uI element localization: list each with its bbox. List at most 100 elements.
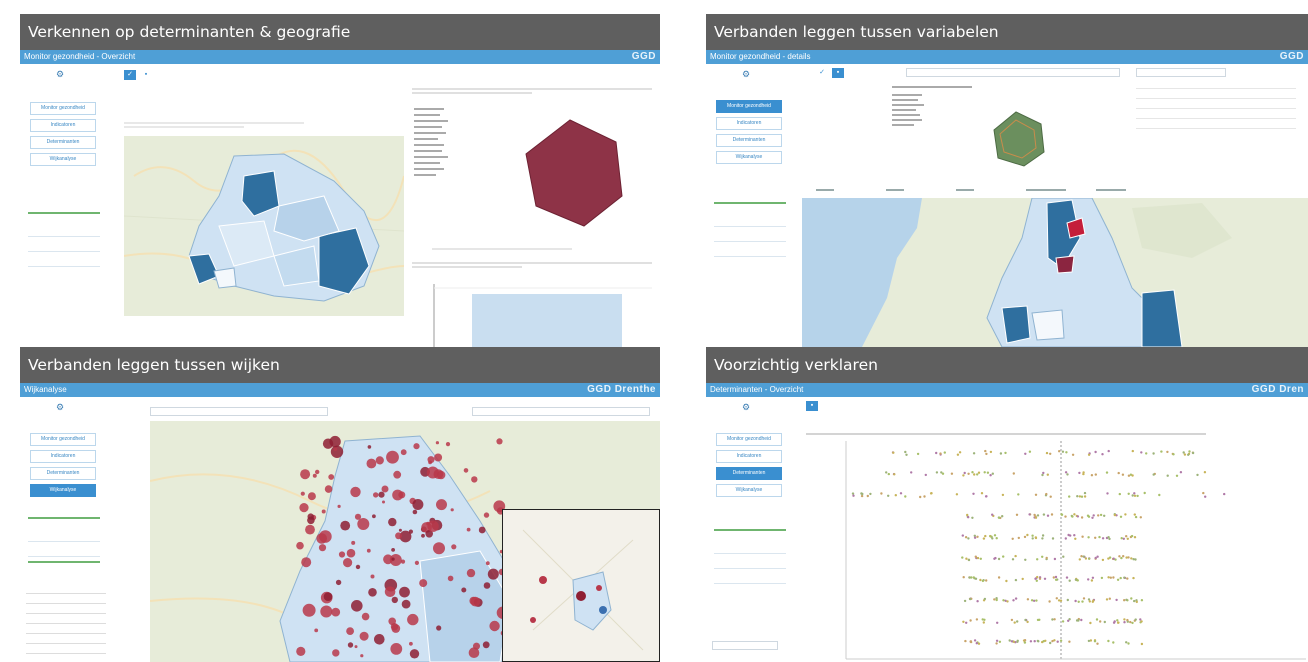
swarm-point <box>1010 640 1014 643</box>
swarm-point <box>1032 599 1036 602</box>
swarm-point <box>1108 537 1111 541</box>
wijk-dot <box>333 447 338 451</box>
region-select[interactable] <box>1136 68 1226 77</box>
filter-row[interactable] <box>714 543 786 554</box>
swarm-point <box>1112 576 1115 579</box>
nav-determinanten[interactable]: Determinanten <box>716 134 782 147</box>
nav-indicatoren[interactable]: Indicatoren <box>716 450 782 463</box>
swarm-point <box>1042 513 1046 516</box>
swarm-point <box>1097 514 1100 517</box>
map-tab-icon[interactable]: ✓ <box>124 70 136 80</box>
nav-indicatoren[interactable]: Indicatoren <box>30 119 96 132</box>
swarm-point <box>976 473 979 476</box>
swarm-point <box>981 618 984 621</box>
nav-determinanten[interactable]: Determinanten <box>716 467 782 480</box>
swarm-points <box>851 449 1226 646</box>
filter-row[interactable] <box>714 573 786 584</box>
nav-wijkanalyse[interactable]: Wijkanalyse <box>716 484 782 497</box>
swarm-point <box>1036 558 1039 561</box>
wijk-dot <box>367 445 372 449</box>
region-map[interactable] <box>802 198 1308 347</box>
swarm-point <box>899 492 903 495</box>
swarm-point <box>967 516 970 519</box>
filter-row[interactable] <box>28 226 100 237</box>
filter-row[interactable] <box>714 216 786 227</box>
swarm-point <box>966 513 969 517</box>
swarm-point <box>1188 450 1191 453</box>
nav-monitor-gezondheid[interactable]: Monitor gezondheid <box>30 433 96 446</box>
chart-tab-icon[interactable]: ▪ <box>806 401 818 411</box>
swarm-point <box>1053 557 1057 561</box>
wijk-dot <box>478 526 486 534</box>
gear-icon[interactable]: ⚙ <box>56 69 64 80</box>
filter-row[interactable] <box>28 531 100 542</box>
swarm-point <box>1139 516 1142 519</box>
swarm-point <box>1098 535 1101 539</box>
region-map[interactable] <box>124 136 404 316</box>
swarm-point <box>983 597 987 601</box>
nav-wijkanalyse[interactable]: Wijkanalyse <box>716 151 782 164</box>
nav-monitor-gezondheid[interactable]: Monitor gezondheid <box>716 433 782 446</box>
swarm-point <box>1013 621 1016 624</box>
legend-item <box>414 162 440 164</box>
wijk-dot <box>489 620 500 632</box>
legend-item <box>892 119 922 121</box>
swarm-point <box>1179 471 1183 474</box>
chart-tab-icon[interactable]: ▪ <box>832 68 844 78</box>
filter-row[interactable] <box>714 231 786 242</box>
nav-monitor-gezondheid[interactable]: Monitor gezondheid <box>716 100 782 113</box>
nav-indicatoren[interactable]: Indicatoren <box>716 117 782 130</box>
gear-icon[interactable]: ⚙ <box>742 402 750 413</box>
inset-map[interactable] <box>503 510 660 662</box>
indicator-select[interactable] <box>906 68 1120 77</box>
filter-row[interactable] <box>28 241 100 252</box>
filter-row[interactable] <box>714 246 786 257</box>
swarm-point <box>993 557 996 560</box>
filter-row[interactable] <box>28 546 100 557</box>
nav-wijkanalyse[interactable]: Wijkanalyse <box>30 484 96 497</box>
nav-determinanten[interactable]: Determinanten <box>30 467 96 480</box>
wijk-dot <box>412 499 424 510</box>
detail-inset[interactable] <box>502 509 660 662</box>
legend-item <box>414 108 444 110</box>
swarm-point <box>939 452 942 455</box>
swarm-point <box>1089 621 1092 625</box>
radar-chart <box>414 108 623 250</box>
swarm-point <box>1094 473 1097 476</box>
inset-dot <box>599 606 607 614</box>
chart-tab-icon[interactable]: ▪ <box>140 70 152 80</box>
swarm-point <box>1087 453 1091 456</box>
gear-icon[interactable]: ⚙ <box>742 69 750 80</box>
swarm-point <box>1087 639 1091 643</box>
swarm-point <box>962 620 965 623</box>
gear-icon[interactable]: ⚙ <box>56 402 64 413</box>
swarm-point <box>1008 639 1011 642</box>
nav-wijkanalyse[interactable]: Wijkanalyse <box>30 153 96 166</box>
wijk-dot <box>395 532 402 540</box>
swarm-point <box>1002 599 1005 602</box>
nav-determinanten[interactable]: Determinanten <box>30 136 96 149</box>
swarm-point <box>1076 515 1080 518</box>
variable-select[interactable] <box>712 641 778 650</box>
wijk-dot <box>483 582 491 589</box>
indicator-select-left[interactable] <box>150 407 328 416</box>
legend-item <box>414 132 446 134</box>
nav-monitor-gezondheid[interactable]: Monitor gezondheid <box>30 102 96 115</box>
swarm-point <box>1131 621 1134 625</box>
swarm-point <box>1053 618 1056 621</box>
filter-row[interactable] <box>714 558 786 569</box>
wijk-dot <box>401 599 411 609</box>
filter-row[interactable] <box>28 256 100 267</box>
indicator-select-right[interactable] <box>472 407 650 416</box>
swarm-point <box>961 534 964 537</box>
swarm-point <box>1068 495 1071 498</box>
map-tab-icon[interactable]: ✓ <box>816 68 828 78</box>
nav-indicatoren[interactable]: Indicatoren <box>30 450 96 463</box>
sidebar: ⚙ Monitor gezondheid Indicatoren Determi… <box>20 64 116 347</box>
swarm-point <box>1069 534 1072 537</box>
swarm-point <box>1166 450 1169 454</box>
swarm-point <box>1036 618 1040 622</box>
swarm-point <box>1123 618 1126 621</box>
swarm-point <box>1172 453 1175 456</box>
app-title: Monitor gezondheid - details <box>710 52 811 61</box>
